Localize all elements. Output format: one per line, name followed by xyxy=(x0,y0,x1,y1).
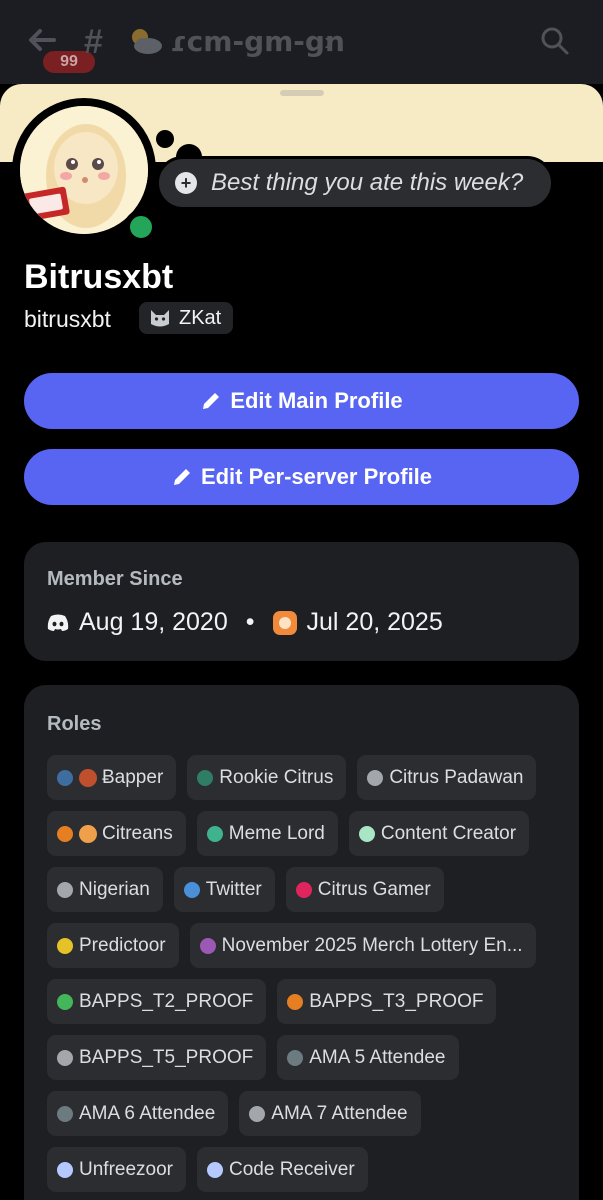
guild-tag-label: ZKat xyxy=(179,306,222,329)
role-chip[interactable]: Twitter xyxy=(173,867,275,912)
edit-main-profile-label: Edit Main Profile xyxy=(230,388,403,413)
custom-status-bubble[interactable]: + Best thing you ate this week? xyxy=(156,156,554,210)
display-name: Bitrusxbt xyxy=(24,258,174,296)
role-chip[interactable]: Predictoor xyxy=(47,923,179,968)
edit-per-server-profile-button[interactable]: Edit Per-server Profile xyxy=(24,449,579,505)
pencil-icon xyxy=(173,469,190,485)
role-label: Nigerian xyxy=(79,878,150,900)
role-color-dot xyxy=(358,825,375,842)
role-color-dot xyxy=(367,769,384,786)
online-status-indicator xyxy=(124,210,158,244)
role-color-dot xyxy=(57,1161,73,1178)
search-icon[interactable] xyxy=(538,24,572,58)
member-since-card: Member Since Aug 19, 2020 • Jul 20, 2025 xyxy=(24,542,579,661)
role-color-dot xyxy=(207,1161,223,1178)
role-color-dot xyxy=(287,993,304,1010)
roles-card: Roles Ƀapper Rookie Citrus Citrus Padawan C… xyxy=(24,685,579,1200)
role-chip[interactable]: Content Creator xyxy=(348,811,530,856)
role-color-dot xyxy=(57,1105,73,1122)
role-chip[interactable]: Citreans xyxy=(47,811,186,856)
role-label: Twitter xyxy=(205,878,262,900)
hash-icon: # xyxy=(84,23,103,61)
role-color-dot xyxy=(206,825,223,842)
role-color-dot xyxy=(57,825,73,842)
username: bitrusxbt xyxy=(24,306,111,332)
role-label: Citrus Padawan xyxy=(389,766,524,788)
role-color-dot xyxy=(57,993,73,1010)
role-emoji-icon xyxy=(79,768,97,787)
edit-main-profile-button[interactable]: Edit Main Profile xyxy=(24,373,579,429)
role-chip[interactable]: November 2025 Merch Lottery En... xyxy=(189,923,536,968)
role-color-dot xyxy=(183,881,200,898)
channel-header: 99 # ɾcm-gm-gn › xyxy=(0,0,603,84)
role-label: BAPPS_T3_PROOF xyxy=(309,990,484,1012)
member-since-title: Member Since xyxy=(47,568,183,590)
role-chip[interactable]: Code Receiver xyxy=(197,1147,368,1192)
role-color-dot xyxy=(57,881,73,898)
discord-logo-icon xyxy=(47,614,69,631)
roles-list: Ƀapper Rookie Citrus Citrus Padawan Citrean… xyxy=(47,755,567,1192)
role-chip[interactable]: Ƀapper xyxy=(47,755,177,800)
role-label: Predictoor xyxy=(79,934,166,956)
role-label: Citrus Gamer xyxy=(317,878,431,900)
role-label: Code Receiver xyxy=(229,1158,355,1180)
role-label: November 2025 Merch Lottery En... xyxy=(221,934,523,956)
role-label: BAPPS_T2_PROOF xyxy=(79,990,254,1012)
role-label: Content Creator xyxy=(380,822,517,844)
role-color-dot xyxy=(57,937,73,954)
edit-per-server-profile-label: Edit Per-server Profile xyxy=(200,464,433,489)
avatar[interactable] xyxy=(12,98,158,244)
add-icon: + xyxy=(175,172,197,194)
channel-name[interactable]: ɾcm-gm-gn xyxy=(170,24,345,60)
server-icon xyxy=(272,610,297,635)
role-color-dot xyxy=(287,1049,304,1066)
guild-tag[interactable]: ZKat xyxy=(139,302,234,334)
role-color-dot xyxy=(199,937,216,954)
role-color-dot xyxy=(57,1049,73,1066)
role-label: Rookie Citrus xyxy=(219,766,334,788)
role-emoji-icon xyxy=(79,824,97,843)
role-label: Ƀapper xyxy=(102,766,164,788)
role-label: BAPPS_T5_PROOF xyxy=(79,1046,254,1068)
discord-join-date: Aug 19, 2020 xyxy=(79,608,228,636)
role-chip[interactable]: AMA 7 Attendee xyxy=(239,1091,421,1136)
role-label: AMA 7 Attendee xyxy=(271,1102,408,1124)
role-label: Unfreezoor xyxy=(79,1158,173,1180)
role-chip[interactable]: Citrus Gamer xyxy=(285,867,444,912)
drag-handle[interactable] xyxy=(280,90,324,96)
role-color-dot xyxy=(295,881,312,898)
role-chip[interactable]: BAPPS_T5_PROOF xyxy=(47,1035,267,1080)
role-label: Meme Lord xyxy=(228,822,325,844)
role-chip[interactable]: BAPPS_T2_PROOF xyxy=(47,979,267,1024)
custom-status-text: Best thing you ate this week? xyxy=(211,169,524,196)
server-join-date: Jul 20, 2025 xyxy=(306,608,443,636)
role-color-dot xyxy=(249,1105,266,1122)
role-chip[interactable]: Citrus Padawan xyxy=(357,755,537,800)
role-chip[interactable]: AMA 6 Attendee xyxy=(47,1091,229,1136)
chevron-right-icon: › xyxy=(324,26,333,56)
role-color-dot xyxy=(57,769,73,786)
role-chip[interactable]: Unfreezoor xyxy=(47,1147,186,1192)
role-label: AMA 6 Attendee xyxy=(79,1102,216,1124)
member-since-row: Aug 19, 2020 • Jul 20, 2025 xyxy=(47,608,443,637)
role-label: Citreans xyxy=(102,822,173,844)
pencil-icon xyxy=(203,393,220,409)
role-label: AMA 5 Attendee xyxy=(309,1046,446,1068)
separator: • xyxy=(245,608,255,636)
role-chip[interactable]: Meme Lord xyxy=(196,811,338,856)
role-chip[interactable]: Rookie Citrus xyxy=(187,755,347,800)
thought-dot xyxy=(156,130,174,148)
cat-icon xyxy=(151,310,169,327)
role-chip[interactable]: BAPPS_T3_PROOF xyxy=(277,979,497,1024)
role-color-dot xyxy=(197,769,214,786)
profile-sheet: + Best thing you ate this week? Bitrusxb… xyxy=(0,84,603,1200)
role-chip[interactable]: AMA 5 Attendee xyxy=(277,1035,459,1080)
cloud-icon xyxy=(132,29,162,54)
role-chip[interactable]: Nigerian xyxy=(47,867,163,912)
roles-title: Roles xyxy=(47,713,102,735)
